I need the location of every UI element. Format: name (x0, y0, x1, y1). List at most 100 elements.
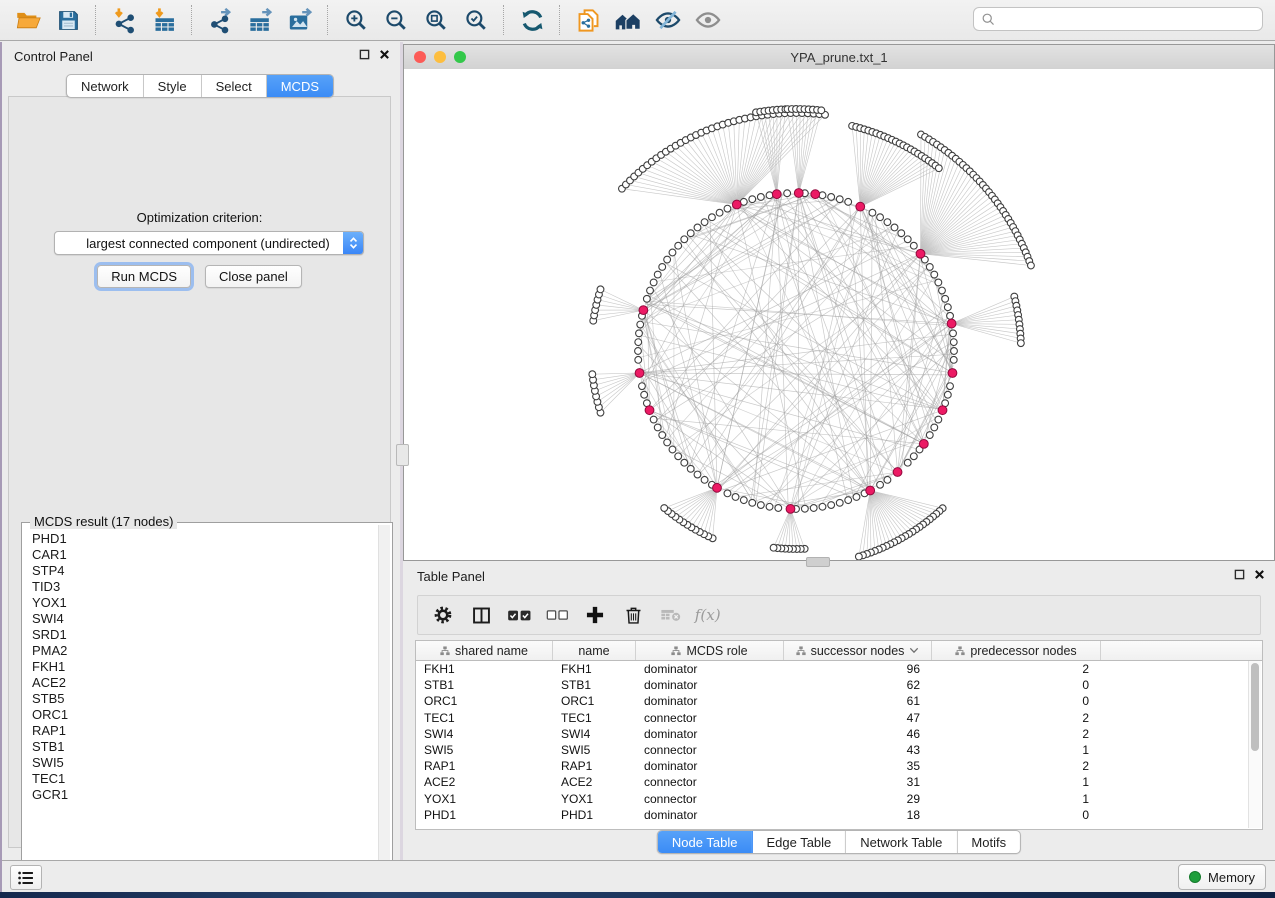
horizontal-splitter-handle[interactable] (806, 557, 830, 567)
cytoscape-window: Control Panel Optimization criterion: la… (0, 0, 1275, 898)
select-all-rows-button[interactable] (502, 599, 536, 631)
column-header-name[interactable]: name (553, 641, 636, 660)
export-network-button[interactable] (200, 2, 240, 38)
optimization-criterion-select[interactable]: largest connected component (undirected) (54, 231, 364, 255)
zoom-selected-button[interactable] (456, 2, 496, 38)
network-window-titlebar[interactable]: YPA_prune.txt_1 (404, 45, 1274, 70)
gear-icon (432, 604, 454, 626)
mcds-result-item[interactable]: ORC1 (32, 707, 378, 723)
mcds-result-scrollbar[interactable] (378, 525, 390, 890)
mcds-result-item[interactable]: SWI4 (32, 611, 378, 627)
column-label: shared name (455, 644, 528, 658)
table-row[interactable]: FKH1FKH1dominator962 (416, 661, 1262, 677)
export-table-button[interactable] (240, 2, 280, 38)
table-panel-tabs: Node TableEdge TableNetwork TableMotifs (657, 830, 1021, 854)
table-cell: 46 (784, 727, 932, 741)
tab-network-table[interactable]: Network Table (846, 831, 957, 853)
tab-motifs[interactable]: Motifs (957, 831, 1020, 853)
toolbar-separator (191, 5, 193, 35)
table-cell: 29 (784, 792, 932, 806)
mcds-result-item[interactable]: SWI5 (32, 755, 378, 771)
column-header-mcds-role[interactable]: MCDS role (636, 641, 784, 660)
vertical-splitter-handle[interactable] (396, 444, 409, 466)
show-panels-button[interactable] (10, 865, 42, 890)
table-scrollbar-thumb[interactable] (1251, 663, 1259, 751)
import-network-icon (111, 7, 138, 34)
memory-button[interactable]: Memory (1178, 864, 1266, 890)
mcds-result-item[interactable]: CAR1 (32, 547, 378, 563)
mcds-result-item[interactable]: STB1 (32, 739, 378, 755)
import-network-button[interactable] (104, 2, 144, 38)
mcds-result-item[interactable]: SRD1 (32, 627, 378, 643)
eye-icon (694, 6, 722, 34)
table-cell: connector (636, 743, 784, 757)
import-table-icon (151, 7, 178, 34)
column-visibility-button[interactable] (464, 599, 498, 631)
mcds-result-list[interactable]: PHD1CAR1STP4TID3YOX1SWI4SRD1PMA2FKH1ACE2… (24, 525, 378, 890)
mcds-result-item[interactable]: TEC1 (32, 771, 378, 787)
search-input[interactable] (1002, 11, 1255, 28)
mcds-result-item[interactable]: PMA2 (32, 643, 378, 659)
tab-style[interactable]: Style (144, 75, 202, 97)
mcds-result-item[interactable]: PHD1 (32, 531, 378, 547)
mcds-result-item[interactable]: GCR1 (32, 787, 378, 803)
tab-select[interactable]: Select (202, 75, 267, 97)
mcds-result-item[interactable]: ACE2 (32, 675, 378, 691)
open-file-button[interactable] (8, 2, 48, 38)
desktop-background-strip (0, 892, 1275, 898)
table-row[interactable]: SWI4SWI4dominator462 (416, 726, 1262, 742)
mcds-result-item[interactable]: RAP1 (32, 723, 378, 739)
duplicate-network-button[interactable] (568, 2, 608, 38)
table-row[interactable]: ACE2ACE2connector311 (416, 774, 1262, 790)
mcds-result-item[interactable]: STP4 (32, 563, 378, 579)
table-cell: dominator (636, 808, 784, 822)
table-row[interactable]: ORC1ORC1dominator610 (416, 693, 1262, 709)
first-neighbors-button[interactable] (608, 2, 648, 38)
search-box[interactable] (973, 7, 1263, 31)
import-table-button[interactable] (144, 2, 184, 38)
table-row[interactable]: PHD1PHD1dominator180 (416, 807, 1262, 823)
add-column-button[interactable] (578, 599, 612, 631)
table-row[interactable]: RAP1RAP1dominator352 (416, 758, 1262, 774)
mcds-result-item[interactable]: STB5 (32, 691, 378, 707)
show-all-button[interactable] (688, 2, 728, 38)
delete-column-button[interactable] (616, 599, 650, 631)
hide-selected-button[interactable] (648, 2, 688, 38)
tab-network[interactable]: Network (67, 75, 144, 97)
mcds-result-item[interactable]: FKH1 (32, 659, 378, 675)
column-header-successor-nodes[interactable]: successor nodes (784, 641, 932, 660)
table-cell: YOX1 (416, 792, 553, 806)
table-cell: RAP1 (416, 759, 553, 773)
zoom-fit-button[interactable] (416, 2, 456, 38)
table-row[interactable]: SWI5SWI5connector431 (416, 742, 1262, 758)
table-scrollbar[interactable] (1248, 661, 1261, 828)
refresh-layout-button[interactable] (512, 2, 552, 38)
close-panel-icon[interactable] (1254, 569, 1265, 580)
deselect-all-rows-button[interactable] (540, 599, 574, 631)
table-row[interactable]: TEC1TEC1connector472 (416, 710, 1262, 726)
tab-edge-table[interactable]: Edge Table (752, 831, 846, 853)
table-row[interactable]: YOX1YOX1connector291 (416, 791, 1262, 807)
toolbar-separator (503, 5, 505, 35)
node-table: shared name nameMCDS rolesuccessor nodesp… (415, 640, 1263, 830)
mcds-result-item[interactable]: YOX1 (32, 595, 378, 611)
zoom-out-button[interactable] (376, 2, 416, 38)
mcds-result-item[interactable]: TID3 (32, 579, 378, 595)
table-settings-button[interactable] (426, 599, 460, 631)
column-header-predecessor-nodes[interactable]: predecessor nodes (932, 641, 1101, 660)
save-session-button[interactable] (48, 2, 88, 38)
close-panel-button[interactable]: Close panel (205, 265, 302, 288)
tab-node-table[interactable]: Node Table (658, 831, 753, 853)
network-canvas[interactable] (404, 69, 1274, 560)
table-cell: ACE2 (416, 775, 553, 789)
float-panel-icon[interactable] (359, 49, 370, 60)
tab-mcds[interactable]: MCDS (267, 75, 333, 97)
export-image-button[interactable] (280, 2, 320, 38)
run-mcds-button[interactable]: Run MCDS (97, 265, 191, 288)
column-header-shared-name[interactable]: shared name (416, 641, 553, 660)
zoom-in-button[interactable] (336, 2, 376, 38)
tree-icon (440, 646, 450, 656)
float-panel-icon[interactable] (1234, 569, 1245, 580)
close-panel-icon[interactable] (379, 49, 390, 60)
table-row[interactable]: STB1STB1dominator620 (416, 677, 1262, 693)
